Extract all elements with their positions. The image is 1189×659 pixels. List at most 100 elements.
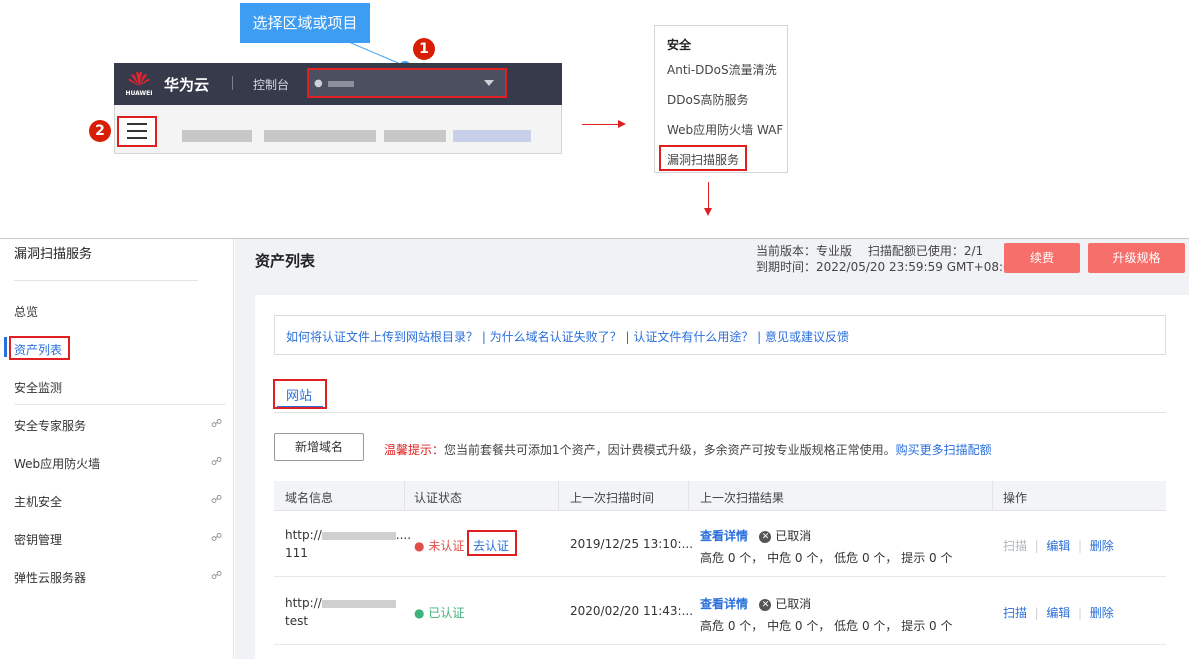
tip-label: 温馨提示： [384, 443, 445, 457]
chevron-down-icon [484, 80, 494, 86]
domain-blurred [321, 531, 396, 540]
menu-item-anti-ddos[interactable]: Anti-DDoS流量清洗 [667, 61, 777, 78]
menu-item-waf[interactable]: Web应用防火墙 WAF [667, 121, 783, 138]
link-icon: ☍ [211, 417, 223, 430]
link-icon: ☍ [211, 493, 223, 506]
column-header-scan-result: 上一次扫描结果 [700, 491, 785, 505]
link-icon: ☍ [211, 569, 223, 582]
scan-action[interactable]: 扫描 [1003, 606, 1027, 620]
add-domain-button[interactable]: 新增域名 [274, 433, 364, 461]
sidebar-item-waf[interactable]: Web应用防火墙 [14, 455, 100, 472]
sidebar-item-ecs[interactable]: 弹性云服务器 [14, 569, 86, 586]
highlight-vulnerability-scan [659, 145, 747, 171]
hamburger-menu-icon [127, 123, 147, 125]
column-header-scan-time: 上一次扫描时间 [570, 491, 655, 505]
column-header-actions: 操作 [1003, 491, 1028, 505]
highlight-verify-link [467, 530, 517, 556]
domain-prefix: http:// [285, 528, 322, 542]
domain-blurred [321, 599, 396, 608]
quota-tip: 温馨提示：您当前套餐共可添加1个资产，因计费模式升级，多余资产可按专业版规格正常… [384, 441, 992, 458]
row-divider [274, 644, 1166, 645]
result-status: 已取消 [775, 597, 812, 611]
status-unverified: ● 未认证 [414, 537, 464, 554]
version-quota: 当前版本：专业版 扫描配额已使用：2/1 [756, 244, 984, 258]
table-row-domain: http:// [285, 596, 396, 610]
domain-suffix: .... [395, 528, 412, 542]
row-divider [274, 576, 1166, 577]
link-icon: ☍ [211, 531, 223, 544]
tab-divider [274, 412, 1166, 413]
location-pin-icon: ● [314, 78, 323, 89]
help-links[interactable]: 如何将认证文件上传到网站根目录？ | 为什么域名认证失败了？ | 认证文件有什么… [286, 328, 849, 345]
breadcrumb-blurred [264, 130, 376, 142]
delete-action[interactable]: 删除 [1090, 539, 1114, 553]
flow-arrow-right [582, 124, 620, 125]
expiry-time: 到期时间：2022/05/20 23:59:59 GMT+08:00 [756, 260, 1019, 274]
highlight-website-tab [273, 379, 327, 409]
brand-name[interactable]: 华为云 [164, 74, 209, 95]
upgrade-button[interactable]: 升级规格 [1088, 243, 1185, 273]
step-badge-2: 2 [89, 120, 111, 142]
table-row-domain: http://.... [285, 528, 411, 542]
column-divider [404, 481, 405, 511]
flow-arrow-right-head [618, 120, 626, 128]
renew-button[interactable]: 续费 [1004, 243, 1080, 273]
edit-action[interactable]: 编辑 [1046, 539, 1070, 553]
breadcrumb-blurred [453, 130, 531, 142]
status-text: 未认证 [428, 539, 465, 553]
column-divider [558, 481, 559, 511]
flow-arrow-down [708, 182, 709, 210]
breadcrumb-blurred [384, 130, 446, 142]
column-header-status: 认证状态 [414, 491, 463, 505]
sidebar-divider [14, 404, 226, 405]
sidebar-item-key-management[interactable]: 密钥管理 [14, 531, 62, 548]
navbar-divider [232, 76, 233, 90]
last-scan-time: 2019/12/25 13:10:... [570, 537, 694, 551]
sidebar-divider [14, 280, 198, 281]
tip-text: 您当前套餐共可添加1个资产，因计费模式升级，多余资产可按专业版规格正常使用。 [444, 443, 896, 457]
warning-icon: ● [414, 539, 425, 553]
row-actions: 扫描 | 编辑 | 删除 [1003, 539, 1114, 553]
hamburger-menu-icon [127, 130, 147, 132]
cancel-icon: ✕ [759, 598, 772, 611]
vulnerability-summary: 高危 0 个， 中危 0 个， 低危 0 个， 提示 0 个 [700, 551, 953, 565]
scan-result: 查看详情 ✕ 已取消 [700, 595, 811, 612]
column-divider [992, 481, 993, 511]
domain-prefix: http:// [285, 596, 322, 610]
domain-name-line2: 111 [285, 546, 308, 560]
menu-item-ddos-protection[interactable]: DDoS高防服务 [667, 91, 748, 108]
breadcrumb-blurred [182, 130, 252, 142]
hamburger-menu-icon [127, 137, 147, 139]
vulnerability-summary: 高危 0 个， 中危 0 个， 低危 0 个， 提示 0 个 [700, 619, 953, 633]
security-menu-heading: 安全 [667, 38, 692, 52]
scan-action-disabled: 扫描 [1003, 539, 1028, 553]
scan-result: 查看详情 ✕ 已取消 [700, 527, 811, 544]
domain-name-line2: test [285, 614, 309, 628]
sidebar-item-monitoring[interactable]: 安全监测 [14, 379, 62, 396]
sidebar-item-host-security[interactable]: 主机安全 [14, 493, 62, 510]
sidebar-active-indicator [4, 337, 7, 357]
huawei-logo-text: HUAWEI [125, 90, 153, 97]
step-badge-1: 1 [413, 38, 435, 60]
page-title: 资产列表 [255, 252, 316, 270]
callout-label: 选择区域或项目 [240, 3, 370, 43]
region-name-blurred [328, 81, 354, 87]
status-verified: ● 已认证 [414, 604, 464, 621]
row-actions: 扫描 | 编辑 | 删除 [1003, 606, 1114, 620]
sidebar-item-overview[interactable]: 总览 [14, 303, 38, 320]
sidebar-title: 漏洞扫描服务 [14, 247, 93, 262]
column-header-domain: 域名信息 [285, 491, 334, 505]
link-icon: ☍ [211, 455, 223, 468]
view-details-link[interactable]: 查看详情 [700, 597, 748, 611]
last-scan-time: 2020/02/20 11:43:... [570, 604, 694, 618]
status-text: 已认证 [428, 606, 465, 620]
buy-quota-link[interactable]: 购买更多扫描配额 [896, 443, 992, 457]
sidebar-item-expert-service[interactable]: 安全专家服务 [14, 417, 86, 434]
view-details-link[interactable]: 查看详情 [700, 529, 748, 543]
highlight-assets [9, 336, 70, 360]
delete-action[interactable]: 删除 [1090, 606, 1114, 620]
console-link[interactable]: 控制台 [253, 76, 289, 93]
edit-action[interactable]: 编辑 [1046, 606, 1070, 620]
check-circle-icon: ● [414, 606, 425, 620]
result-status: 已取消 [775, 529, 812, 543]
